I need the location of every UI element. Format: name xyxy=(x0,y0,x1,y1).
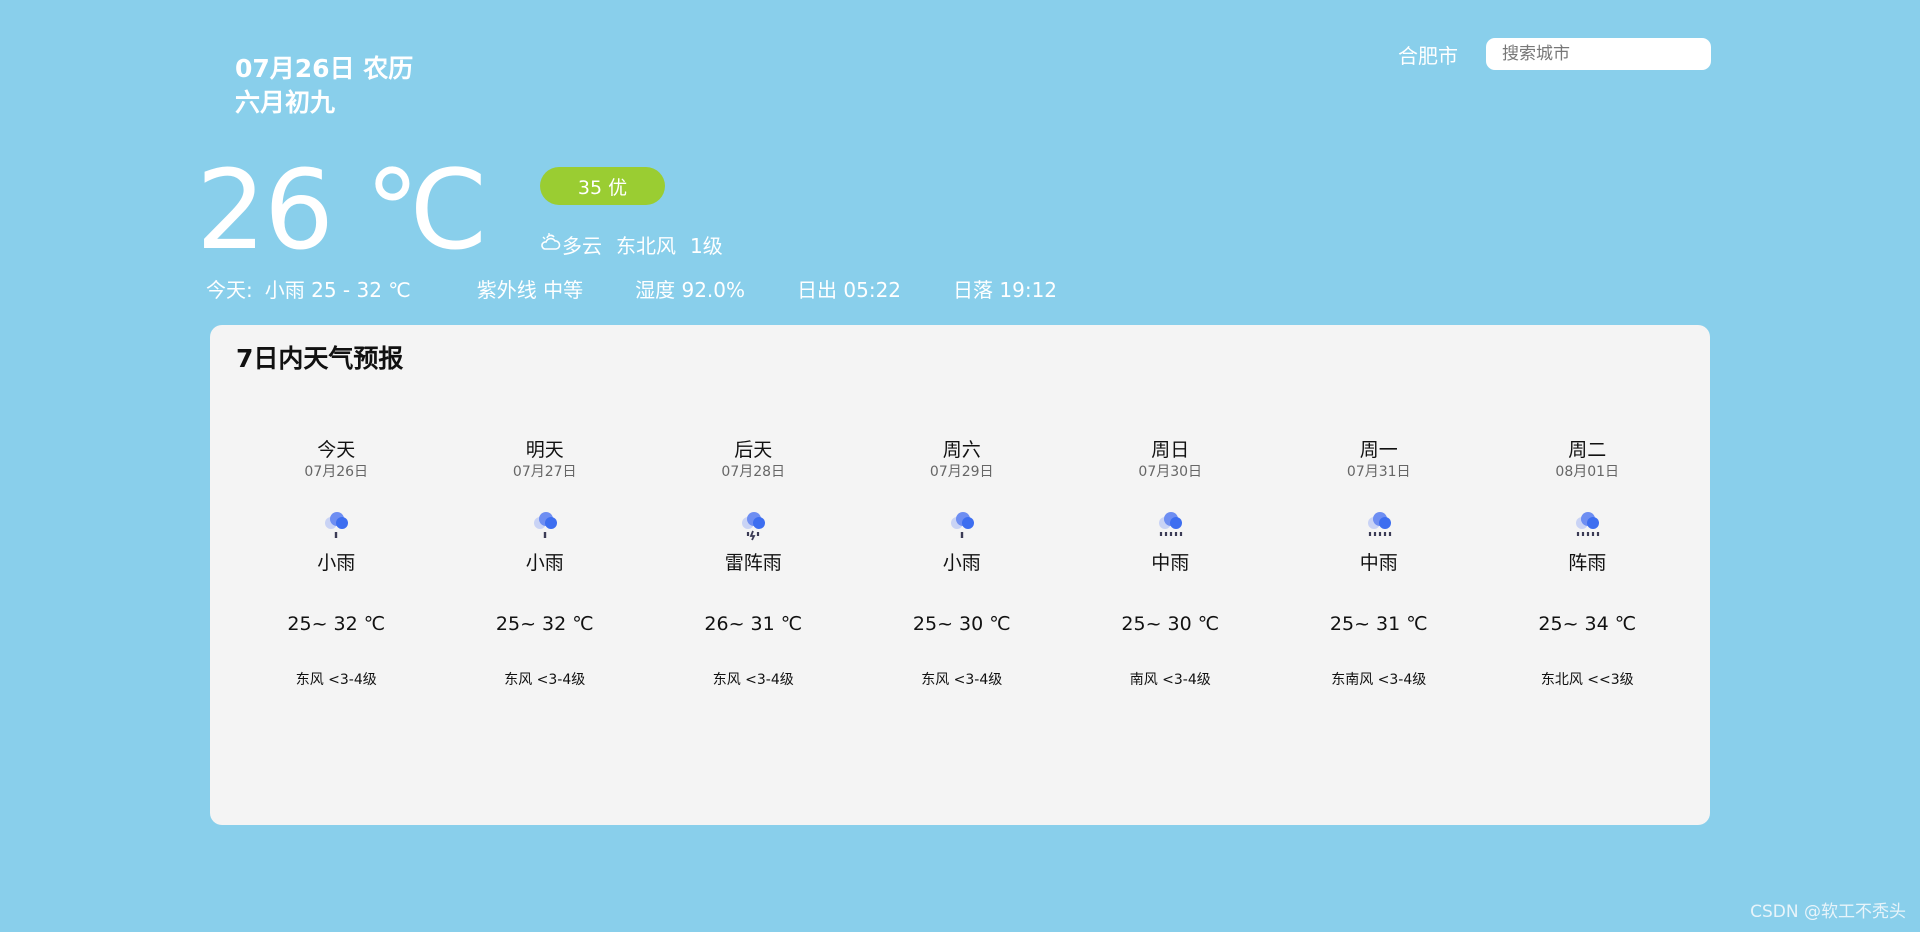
city-area: 合肥市 xyxy=(1398,38,1711,70)
weather-page: 07月26日 农历 六月初九 合肥市 26 ℃ 35 优 多云 东北风 1级 今… xyxy=(0,0,1920,932)
day-wind: 南风 <3-4级 xyxy=(1129,672,1211,688)
day-name: 周二 xyxy=(1568,439,1607,461)
forecast-day: 今天 07月26日 小雨 25~ 32 ℃ 东风 <3-4级 xyxy=(232,438,441,689)
city-search-input[interactable] xyxy=(1486,38,1711,70)
current-wind-direction: 东北风 xyxy=(616,234,676,258)
day-condition: 雷阵雨 xyxy=(724,552,782,574)
date-lunar: 六月初九 xyxy=(235,88,336,117)
day-temperature: 25~ 30 ℃ xyxy=(1121,613,1220,635)
day-date: 08月01日 xyxy=(1555,464,1620,480)
watermark: CSDN @软工不秃头 xyxy=(1750,902,1906,922)
day-date: 07月26日 xyxy=(304,464,369,480)
stats-row: 今天: 小雨 25 - 32 ℃ 紫外线 中等 湿度 92.0% 日出 05:2… xyxy=(206,274,1057,303)
day-name: 今天 xyxy=(317,439,356,461)
day-condition: 小雨 xyxy=(942,552,981,574)
aqi-badge: 35 优 xyxy=(540,167,665,205)
day-date: 07月30日 xyxy=(1138,464,1203,480)
day-temperature: 25~ 32 ℃ xyxy=(495,613,594,635)
forecast-day: 周二 08月01日 阵雨 25~ 34 ℃ 东北风 <<3级 xyxy=(1483,438,1692,689)
day-date: 07月29日 xyxy=(929,464,994,480)
humidity: 湿度 92.0% xyxy=(635,278,746,302)
current-city[interactable]: 合肥市 xyxy=(1398,40,1458,69)
day-name: 后天 xyxy=(734,439,773,461)
day-wind: 东北风 <<3级 xyxy=(1540,672,1634,688)
day-condition: 中雨 xyxy=(1151,552,1190,574)
day-condition: 小雨 xyxy=(525,552,564,574)
forecast-days: 今天 07月26日 小雨 25~ 32 ℃ 东风 <3-4级 明天 07月27日 xyxy=(232,438,1692,689)
forecast-day: 周日 07月30日 中雨 25~ 30 ℃ 南风 <3-4级 xyxy=(1066,438,1275,689)
today-label: 今天: xyxy=(206,278,253,302)
day-temperature: 25~ 31 ℃ xyxy=(1329,613,1428,635)
today-summary: 小雨 25 - 32 ℃ xyxy=(264,278,411,302)
current-wind-level: 1级 xyxy=(690,234,723,258)
day-temperature: 26~ 31 ℃ xyxy=(704,613,803,635)
light-rain-icon xyxy=(325,512,349,538)
day-temperature: 25~ 32 ℃ xyxy=(287,613,386,635)
sunrise-time: 日出 05:22 xyxy=(797,278,902,302)
sunset-time: 日落 19:12 xyxy=(953,278,1058,302)
day-temperature: 25~ 34 ℃ xyxy=(1538,613,1637,635)
day-condition: 小雨 xyxy=(317,552,356,574)
day-wind: 东风 <3-4级 xyxy=(295,672,377,688)
light-rain-icon xyxy=(950,512,974,538)
current-temperature: 26 ℃ xyxy=(196,146,488,274)
forecast-day: 后天 07月28日 雷阵雨 26~ 31 ℃ 东风 <3-4级 xyxy=(649,438,858,689)
day-name: 周一 xyxy=(1359,439,1398,461)
day-temperature: 25~ 30 ℃ xyxy=(912,613,1011,635)
day-wind: 东风 <3-4级 xyxy=(921,672,1003,688)
day-date: 07月31日 xyxy=(1346,464,1411,480)
day-date: 07月27日 xyxy=(512,464,577,480)
forecast-card: 7日内天气预报 今天 07月26日 小雨 25~ 32 ℃ 东风 <3-4级 明… xyxy=(210,325,1710,825)
day-name: 周日 xyxy=(1151,439,1190,461)
day-name: 明天 xyxy=(525,439,564,461)
day-condition: 中雨 xyxy=(1359,552,1398,574)
day-wind: 东风 <3-4级 xyxy=(712,672,794,688)
current-condition-row: 多云 东北风 1级 xyxy=(540,230,723,259)
light-rain-icon xyxy=(533,512,557,538)
shower-rain-icon xyxy=(1576,512,1600,536)
forecast-day: 周一 07月31日 中雨 25~ 31 ℃ 东南风 <3-4级 xyxy=(1275,438,1484,689)
date-gregorian: 07月26日 农历 xyxy=(235,54,414,83)
forecast-day: 明天 07月27日 小雨 25~ 32 ℃ 东风 <3-4级 xyxy=(441,438,650,689)
cloudy-icon xyxy=(540,232,562,257)
moderate-rain-icon xyxy=(1367,512,1391,536)
date-block: 07月26日 农历 六月初九 xyxy=(235,52,413,120)
current-condition: 多云 xyxy=(562,234,602,258)
forecast-title: 7日内天气预报 xyxy=(236,344,404,373)
thunder-rain-icon xyxy=(742,512,766,541)
day-condition: 阵雨 xyxy=(1568,552,1607,574)
forecast-day: 周六 07月29日 小雨 25~ 30 ℃ 东风 <3-4级 xyxy=(858,438,1067,689)
day-name: 周六 xyxy=(942,439,981,461)
day-wind: 东风 <3-4级 xyxy=(504,672,586,688)
day-date: 07月28日 xyxy=(721,464,786,480)
day-wind: 东南风 <3-4级 xyxy=(1331,672,1427,688)
moderate-rain-icon xyxy=(1159,512,1183,536)
uv-index: 紫外线 中等 xyxy=(476,278,584,302)
